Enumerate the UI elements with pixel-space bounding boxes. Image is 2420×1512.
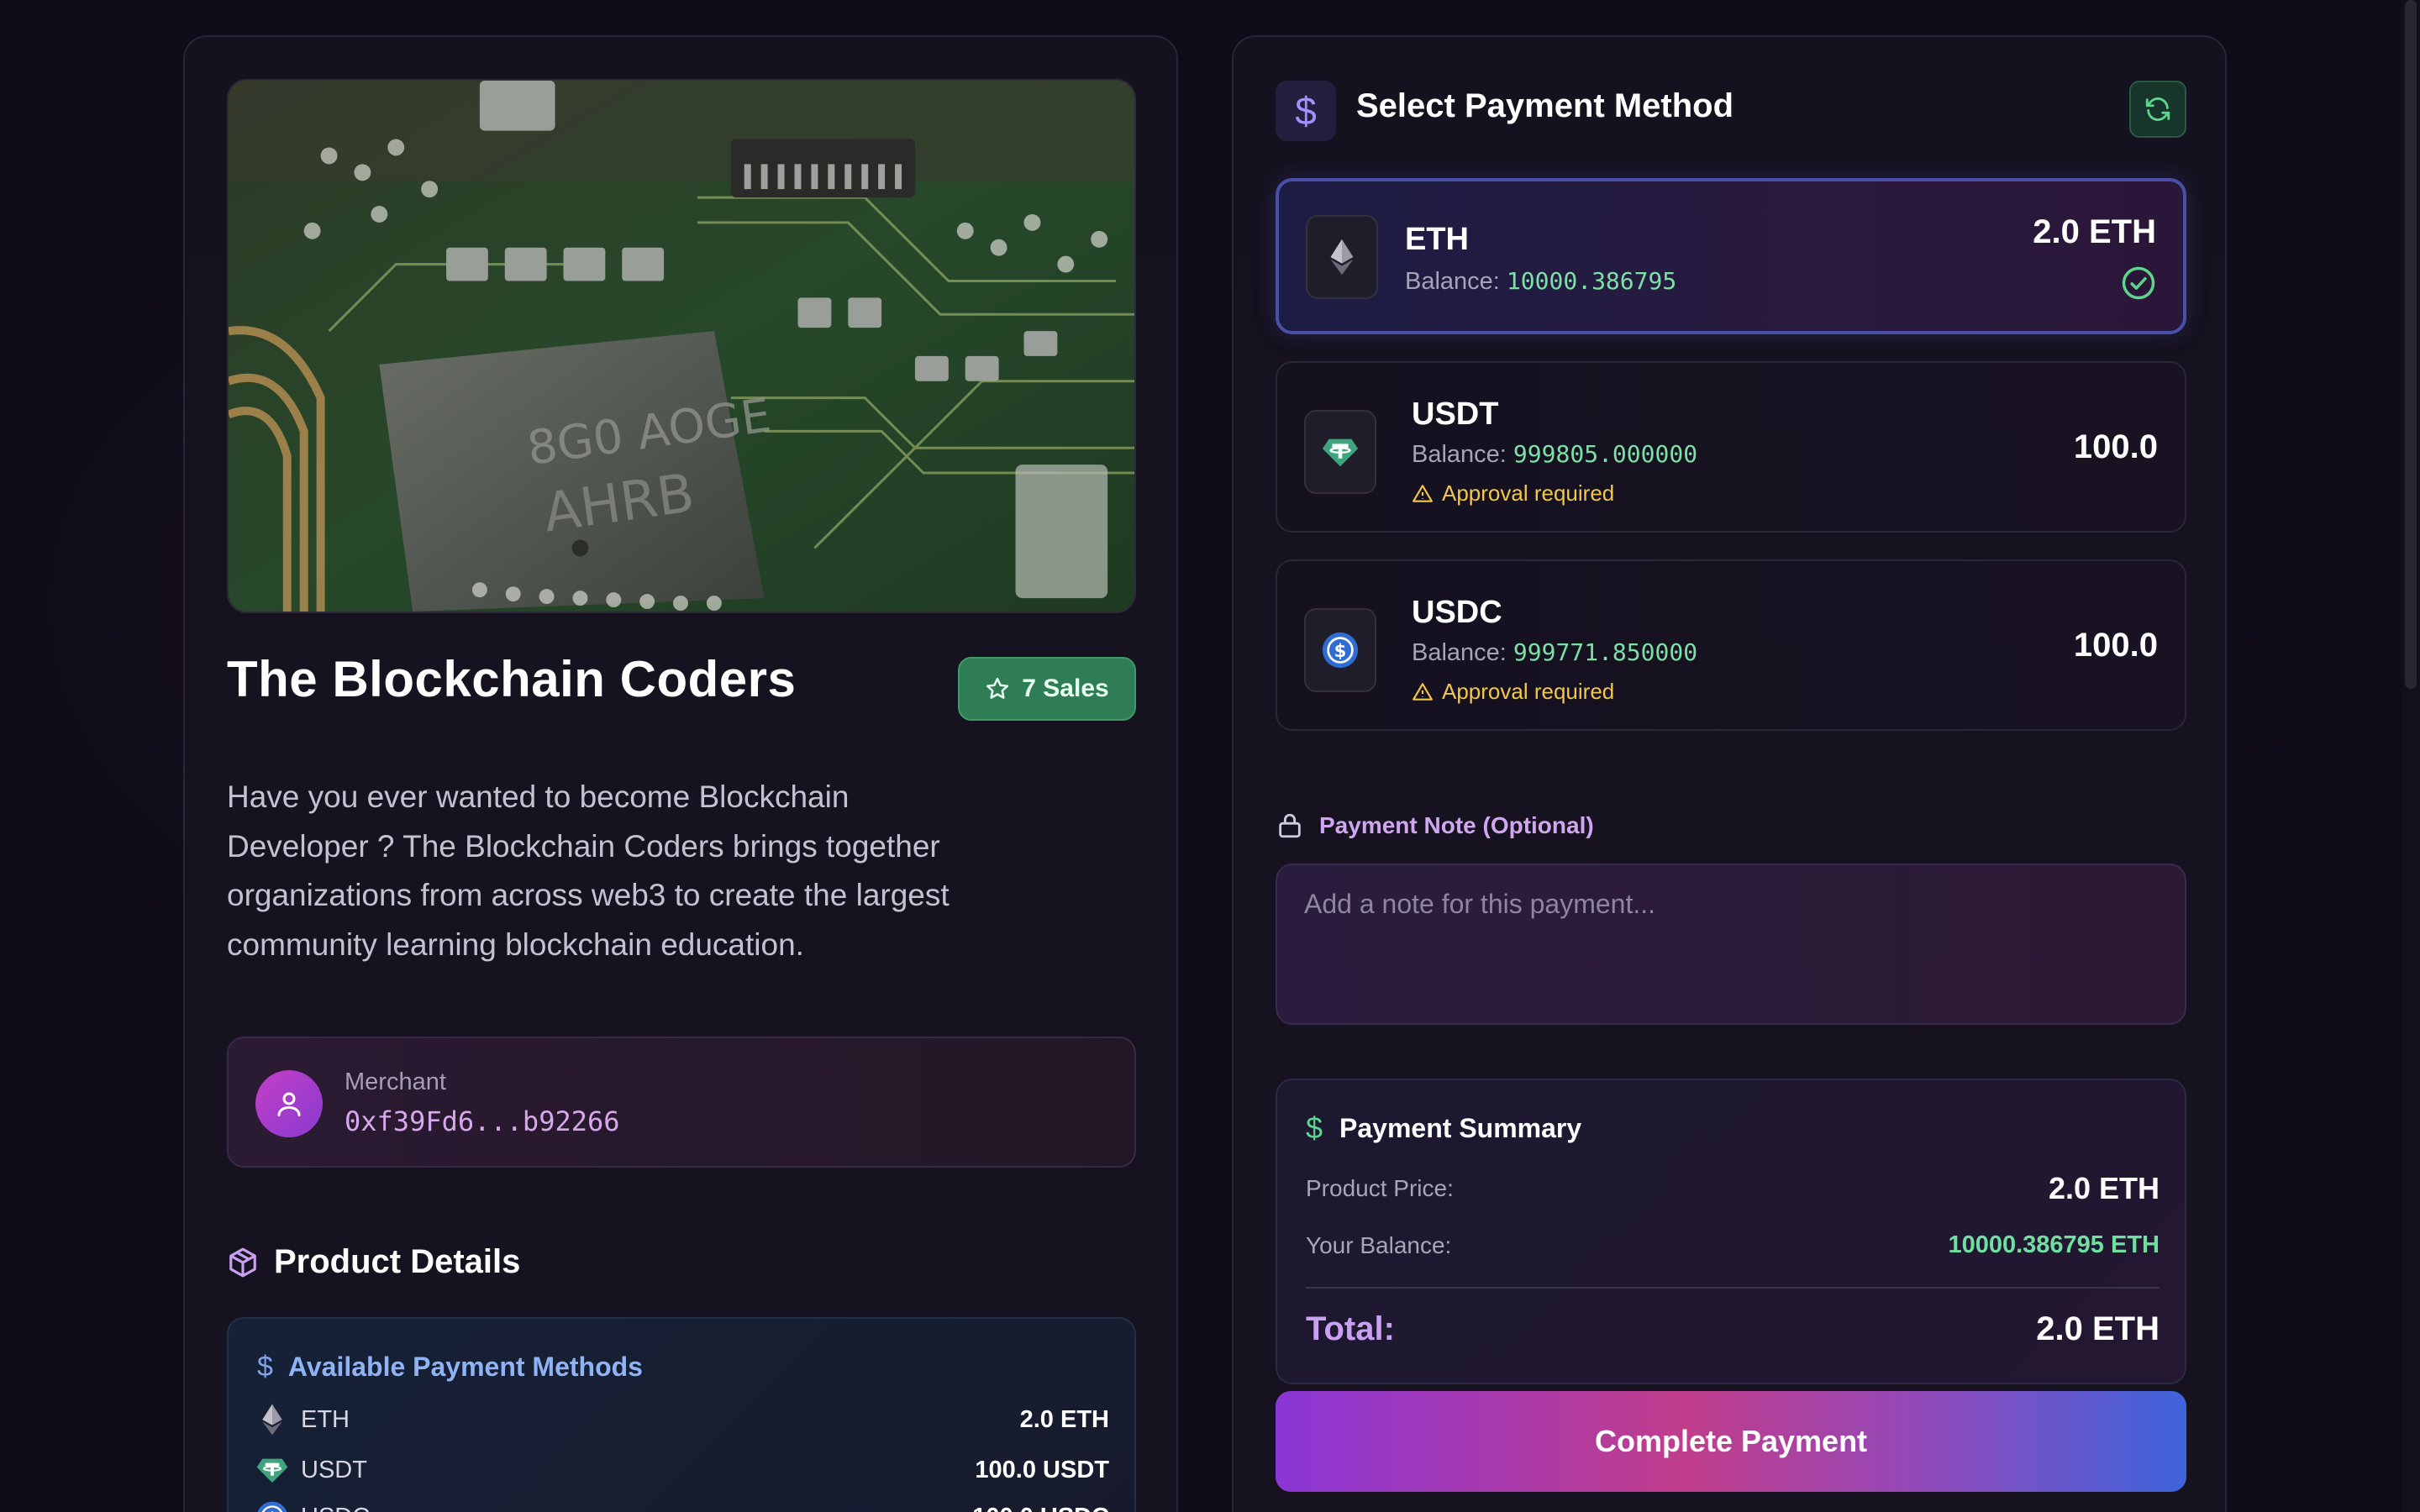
approval-text: Approval required	[1442, 679, 1615, 704]
payment-note-label-text: Payment Note (Optional)	[1319, 812, 1594, 838]
payment-summary-label: Payment Summary	[1339, 1112, 1582, 1143]
method-row-eth: ETH 2.0 ETH	[255, 1399, 1109, 1440]
complete-payment-button[interactable]: Complete Payment	[1276, 1391, 2186, 1492]
available-methods-label: Available Payment Methods	[287, 1352, 643, 1382]
method-row-usdc: $ USDC 100.0 USDC	[255, 1497, 1109, 1512]
token-amount: 100.0	[2073, 428, 2158, 465]
product-details-title: Product Details	[274, 1243, 521, 1280]
svg-text:$: $	[1334, 640, 1347, 661]
warning-icon	[1413, 484, 1433, 502]
token-option-eth[interactable]: ETH Balance: 10000.386795 2.0 ETH	[1276, 178, 2186, 334]
eth-icon	[255, 1403, 289, 1436]
token-option-usdt[interactable]: USDT Balance: 999805.000000 Approval req…	[1276, 361, 2186, 533]
your-balance-label: Your Balance:	[1306, 1231, 1452, 1258]
method-value: 2.0 ETH	[1019, 1405, 1109, 1433]
token-amount: 100.0	[2073, 627, 2158, 664]
dollar-icon: $	[1306, 1110, 1323, 1145]
star-icon	[986, 677, 1009, 699]
available-methods-card: $ Available Payment Methods ETH 2.0 ETH …	[227, 1317, 1136, 1512]
circuit-board-image: 8G0 AOGE AHRB	[229, 81, 1134, 612]
total-value: 2.0 ETH	[2036, 1310, 2160, 1347]
token-balance: Balance: 10000.386795	[1405, 267, 1676, 296]
product-image: 8G0 AOGE AHRB	[227, 79, 1136, 613]
method-name: ETH	[301, 1405, 350, 1433]
product-details-heading: Product Details	[227, 1243, 520, 1281]
your-balance-value: 10000.386795 ETH	[1948, 1231, 2160, 1258]
summary-row-balance: Your Balance: 10000.386795 ETH	[1306, 1231, 2160, 1259]
dollar-icon: $	[257, 1351, 273, 1383]
merchant-address: 0xf39Fd6...b92266	[345, 1105, 620, 1137]
user-icon	[277, 1092, 301, 1116]
usdt-icon	[1304, 410, 1376, 494]
method-name: USDC	[301, 1504, 370, 1512]
balance-label: Balance:	[1412, 639, 1507, 666]
token-name: USDC	[1412, 595, 1502, 630]
payment-panel: $ Select Payment Method ETH Balance: 100…	[1232, 35, 2227, 1512]
approval-warning: Approval required	[1412, 480, 1614, 507]
sales-badge: 7 Sales	[958, 657, 1136, 721]
product-description: Have you ever wanted to become Blockchai…	[227, 780, 950, 962]
check-circle-icon	[2122, 266, 2155, 300]
merchant-avatar	[255, 1070, 323, 1137]
balance-value: 999771.850000	[1512, 638, 1698, 666]
payment-summary-card: $ Payment Summary Product Price: 2.0 ETH…	[1276, 1079, 2186, 1384]
merchant-label: Merchant	[345, 1068, 446, 1095]
merchant-card: Merchant 0xf39Fd6...b92266	[227, 1037, 1136, 1168]
page-scrollbar[interactable]	[2402, 0, 2420, 1512]
token-name: ETH	[1405, 222, 1469, 257]
method-name: USDT	[301, 1456, 367, 1483]
balance-label: Balance:	[1405, 268, 1500, 295]
payment-note-input[interactable]	[1276, 864, 2186, 1025]
balance-value: 999805.000000	[1512, 440, 1698, 468]
sales-count: 7 Sales	[1022, 675, 1109, 702]
usdc-icon: $	[1304, 608, 1376, 692]
method-row-usdt: USDT 100.0 USDT	[255, 1450, 1109, 1490]
summary-row-product-price: Product Price: 2.0 ETH	[1306, 1171, 2160, 1206]
summary-row-total: Total: 2.0 ETH	[1306, 1310, 2160, 1348]
usdt-icon	[255, 1453, 289, 1487]
balance-label: Balance:	[1412, 441, 1507, 468]
dollar-icon: $	[1276, 81, 1336, 141]
balance-value: 10000.386795	[1506, 267, 1677, 295]
product-panel: 8G0 AOGE AHRB The Blockchain Coders 7 Sa…	[183, 35, 1178, 1512]
product-price-value: 2.0 ETH	[2048, 1171, 2160, 1205]
token-name: USDT	[1412, 396, 1499, 432]
product-price-label: Product Price:	[1306, 1175, 1454, 1201]
eth-icon	[1306, 215, 1378, 299]
approval-text: Approval required	[1442, 480, 1615, 506]
method-value: 100.0 USDC	[972, 1504, 1109, 1512]
payment-summary-title: $ Payment Summary	[1306, 1110, 1581, 1146]
available-methods-title: $ Available Payment Methods	[257, 1351, 643, 1383]
usdc-icon: $	[255, 1500, 289, 1512]
warning-icon	[1413, 682, 1433, 701]
product-title: The Blockchain Coders	[227, 651, 797, 707]
approval-warning: Approval required	[1412, 679, 1614, 705]
token-balance: Balance: 999771.850000	[1412, 638, 1697, 667]
payment-note-label: Payment Note (Optional)	[1276, 811, 1594, 840]
scrollbar-thumb[interactable]	[2405, 0, 2417, 689]
lock-icon	[1279, 813, 1301, 838]
refresh-icon	[2145, 97, 2170, 121]
token-amount: 2.0 ETH	[2033, 213, 2156, 250]
payment-title: Select Payment Method	[1356, 87, 1734, 124]
method-value: 100.0 USDT	[975, 1456, 1109, 1483]
token-balance: Balance: 999805.000000	[1412, 440, 1697, 469]
package-icon	[229, 1247, 256, 1277]
summary-divider	[1306, 1287, 2160, 1289]
refresh-button[interactable]	[2129, 81, 2186, 138]
token-option-usdc[interactable]: $ USDC Balance: 999771.850000 Approval r…	[1276, 559, 2186, 731]
total-label: Total:	[1306, 1310, 1395, 1347]
